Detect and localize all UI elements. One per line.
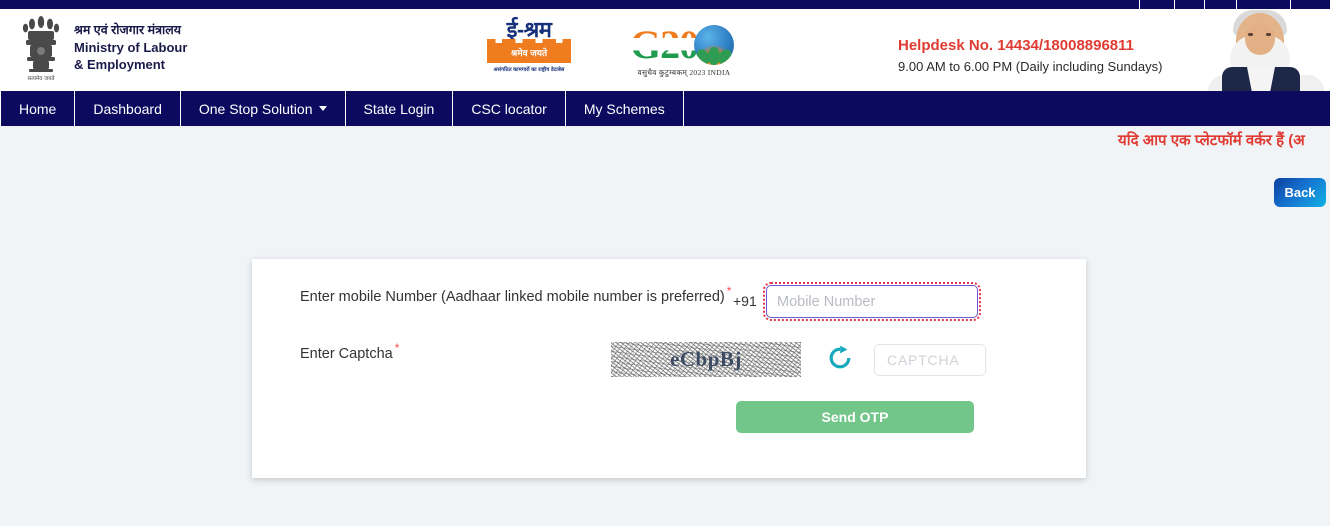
captcha-label: Enter Captcha * bbox=[300, 341, 399, 362]
national-emblem-icon: सत्यमेव जयते bbox=[18, 12, 64, 84]
eshram-logo-tagline: श्रमेव जयते bbox=[510, 48, 548, 58]
g20-mark-text: G20 bbox=[630, 22, 699, 67]
eshram-logo[interactable]: ई-श्रम श्रमेव जयते असंगठित कामगारों का र… bbox=[487, 19, 571, 73]
captcha-image: eCbpBj bbox=[611, 342, 801, 377]
helpdesk-hours: 9.00 AM to 6.00 PM (Daily including Sund… bbox=[898, 59, 1163, 74]
top-strip-divider bbox=[1204, 0, 1205, 9]
nav-item-one-stop-solution[interactable]: One Stop Solution bbox=[181, 91, 346, 126]
nav-item-home[interactable]: Home bbox=[0, 91, 76, 126]
nav-item-dashboard[interactable]: Dashboard bbox=[75, 91, 181, 126]
top-utility-strip bbox=[0, 0, 1330, 9]
nav-filler bbox=[684, 91, 1330, 126]
announcement-marquee: यदि आप एक प्लेटफॉर्म वर्कर हैं (अ bbox=[0, 126, 1330, 158]
mobile-required-marker: * bbox=[726, 284, 732, 298]
mobile-number-label: Enter mobile Number (Aadhaar linked mobi… bbox=[300, 284, 731, 305]
chevron-down-icon bbox=[318, 106, 327, 111]
top-strip-divider bbox=[1139, 0, 1140, 9]
nav-item-label: My Schemes bbox=[583, 100, 665, 117]
ministry-name-block: श्रम एवं रोजगार मंत्रालय Ministry of Lab… bbox=[74, 22, 187, 74]
nav-item-csc-locator[interactable]: CSC locator bbox=[453, 91, 566, 126]
svg-text:सत्यमेव जयते: सत्यमेव जयते bbox=[27, 75, 55, 82]
ministry-name-english-line1: Ministry of Labour bbox=[74, 39, 188, 55]
captcha-input[interactable] bbox=[874, 344, 986, 376]
helpdesk-number: Helpdesk No. 14434/18008896811 bbox=[898, 37, 1135, 54]
nav-item-label: Dashboard bbox=[93, 100, 162, 117]
captcha-required-marker: * bbox=[394, 341, 400, 355]
eshram-logo-subtitle: असंगठित कामगारों का राष्ट्रीय डेटाबेस bbox=[493, 67, 565, 73]
eshram-logo-banner: श्रमेव जयते bbox=[487, 39, 571, 63]
nav-item-label: One Stop Solution bbox=[198, 100, 313, 117]
g20-caption: वसुधैव कुटुम्बकम् 2023 INDIA bbox=[637, 68, 731, 77]
mobile-number-label-text: Enter mobile Number (Aadhaar linked mobi… bbox=[300, 288, 725, 305]
captcha-label-text: Enter Captcha bbox=[300, 345, 393, 362]
ministry-name-hindi: श्रम एवं रोजगार मंत्रालय bbox=[74, 23, 181, 38]
site-header: सत्यमेव जयते श्रम एवं रोजगार मंत्रालय Mi… bbox=[0, 9, 1330, 100]
send-otp-button[interactable]: Send OTP bbox=[736, 401, 974, 433]
helpdesk-info: Helpdesk No. 14434/18008896811 9.00 AM t… bbox=[898, 35, 1162, 77]
prime-minister-photo bbox=[1200, 9, 1330, 100]
ministry-branding[interactable]: सत्यमेव जयते श्रम एवं रोजगार मंत्रालय Mi… bbox=[18, 12, 187, 84]
nav-item-label: CSC locator bbox=[471, 100, 547, 117]
mobile-input-highlight bbox=[763, 282, 981, 321]
g20-logo: G20 वसुधैव कुटुम्बकम् 2023 INDIA bbox=[628, 23, 740, 78]
back-button[interactable]: Back bbox=[1274, 178, 1326, 207]
nav-item-state-login[interactable]: State Login bbox=[346, 91, 454, 126]
g20-globe-icon bbox=[694, 25, 734, 65]
otp-login-card: Enter mobile Number (Aadhaar linked mobi… bbox=[252, 259, 1086, 478]
nav-item-label: Home bbox=[19, 100, 57, 117]
country-code: +91 bbox=[733, 293, 757, 309]
top-strip-divider bbox=[1174, 0, 1175, 9]
eshram-logo-word: ई-श्रम bbox=[506, 17, 552, 42]
ministry-name-english-line2: & Employment bbox=[74, 57, 166, 73]
top-strip-divider bbox=[1290, 0, 1291, 9]
nav-item-label: State Login bbox=[363, 100, 435, 117]
main-navigation: Home Dashboard One Stop Solution State L… bbox=[0, 91, 1330, 126]
top-strip-divider bbox=[1236, 0, 1237, 9]
mobile-number-row: Enter mobile Number (Aadhaar linked mobi… bbox=[252, 259, 1086, 331]
mobile-number-input[interactable] bbox=[766, 285, 978, 318]
g20-mark: G20 bbox=[628, 23, 740, 67]
nav-item-my-schemes[interactable]: My Schemes bbox=[566, 91, 684, 126]
refresh-icon bbox=[827, 345, 853, 374]
announcement-marquee-text: यदि आप एक प्लेटफॉर्म वर्कर हैं (अ bbox=[1118, 132, 1305, 149]
captcha-refresh-button[interactable] bbox=[824, 343, 856, 375]
captcha-image-text: eCbpBj bbox=[670, 347, 742, 371]
